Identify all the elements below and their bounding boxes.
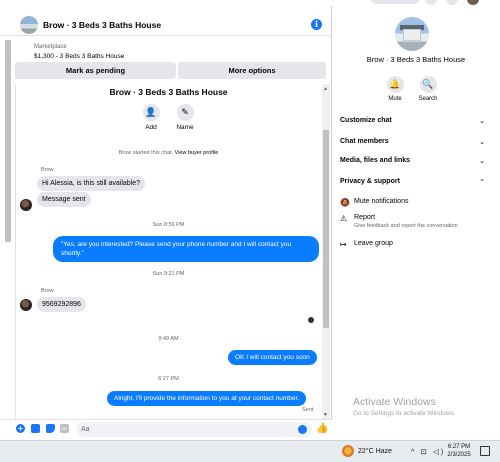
incoming-message[interactable]: 9569292896 — [37, 297, 86, 312]
system-tray-icons[interactable]: ^ ⊡ ◁) — [411, 447, 445, 456]
sender-name: Brow — [41, 288, 54, 294]
section-label: Chat members — [340, 138, 389, 145]
clock-date: 2/3/2025 — [447, 452, 471, 458]
sent-status: Sent — [302, 407, 314, 413]
thread-title: Brow · 3 Beds 3 Baths House — [109, 87, 228, 97]
section-label: Privacy & support — [340, 178, 400, 185]
chevron-down-icon: ⌄ — [479, 118, 485, 125]
image-icon[interactable] — [31, 424, 40, 433]
outgoing-message[interactable]: "Yes, are you interested? Please send yo… — [53, 236, 319, 262]
add-person-icon[interactable]: 👤 — [142, 104, 160, 121]
emoji-icon[interactable] — [298, 425, 307, 434]
option-label: Report — [354, 214, 376, 221]
incoming-message[interactable]: Message sent — [37, 192, 91, 207]
section-label: Media, files and links — [340, 157, 411, 164]
activate-windows-watermark: Activate Windows Go to Settings to activ… — [353, 396, 456, 417]
search-icon[interactable]: 🔍 — [419, 76, 437, 93]
mute-action[interactable]: 🔔 Mute — [380, 76, 410, 102]
menu-icon[interactable] — [425, 0, 437, 5]
weather-icon[interactable] — [342, 445, 354, 457]
top-pill-button[interactable] — [371, 0, 419, 4]
section-media-files-links[interactable]: Media, files and links ⌄ — [340, 157, 485, 165]
profile-avatar[interactable] — [467, 0, 479, 5]
timestamp: 9:49 AM — [158, 336, 179, 342]
sticker-icon[interactable] — [46, 424, 55, 433]
sender-avatar[interactable] — [20, 299, 32, 311]
chevron-down-icon: ⌄ — [479, 139, 485, 146]
report-icon: ⚠ — [340, 214, 348, 223]
info-icon[interactable]: i — [311, 19, 322, 30]
chat-header: Brow · 3 Beds 3 Baths House i — [0, 6, 332, 36]
outgoing-message[interactable]: Alright, I'll provide the information to… — [107, 391, 307, 406]
timestamp: Sun 8:59 PM — [152, 222, 185, 228]
leave-icon: ↦ — [340, 240, 347, 249]
thumbs-up-icon[interactable]: 👍 — [316, 423, 328, 434]
chat-title[interactable]: Brow · 3 Beds 3 Baths House — [43, 20, 161, 30]
watermark-subtitle: Go to Settings to activate Windows. — [353, 410, 456, 417]
incoming-message[interactable]: Hi Alessia, is this still available? — [37, 176, 146, 191]
listing-price[interactable]: $1,300 - 3 Beds 3 Baths House — [34, 53, 124, 60]
page-scrollbar[interactable] — [5, 40, 11, 242]
section-label: Customize chat — [340, 117, 392, 124]
bell-icon[interactable]: 🔔 — [386, 76, 404, 93]
marketplace-label: Marketplace — [34, 44, 67, 50]
add-label: Add — [145, 124, 157, 131]
thread-scroll-thumb[interactable] — [323, 130, 329, 328]
more-options-button[interactable]: More options — [178, 62, 326, 79]
search-action[interactable]: 🔍 Search — [413, 76, 443, 102]
bell-off-icon: 🔕 — [340, 198, 350, 207]
marketplace-listing: Marketplace $1,300 - 3 Beds 3 Baths Hous… — [0, 36, 332, 84]
option-label: Leave group — [354, 240, 393, 247]
clock[interactable]: 6:27 PM 2/3/2025 — [444, 443, 474, 459]
section-chat-members[interactable]: Chat members ⌄ — [340, 138, 485, 146]
section-privacy-support[interactable]: Privacy & support ⌃ — [340, 178, 485, 186]
sender-avatar[interactable] — [20, 199, 32, 211]
weather-text[interactable]: 22°C Haze — [358, 448, 392, 455]
sender-name: Brow — [41, 167, 54, 173]
listing-photo[interactable] — [395, 17, 429, 51]
name-label: Name — [176, 124, 194, 131]
timestamp: Sun 9:21 PM — [152, 271, 185, 277]
message-composer: + GIF Aa 👍 — [0, 419, 332, 440]
started-text: Brow started this chat. — [118, 150, 174, 156]
add-action[interactable]: 👤 Add — [136, 104, 166, 131]
option-label: Mute notifications — [354, 198, 409, 205]
mute-label: Mute — [388, 96, 402, 102]
gif-icon[interactable]: GIF — [60, 424, 69, 433]
message-input[interactable]: Aa — [76, 422, 312, 437]
search-label: Search — [418, 96, 438, 102]
section-customize-chat[interactable]: Customize chat ⌄ — [340, 117, 485, 125]
scroll-down-icon[interactable]: ▼ — [323, 412, 328, 418]
chat-started-note: Brow started this chat. View buyer profi… — [15, 150, 322, 156]
details-title: Brow · 3 Beds 3 Baths House — [366, 55, 466, 64]
notification-center-icon[interactable] — [480, 446, 490, 456]
name-action[interactable]: ✎ Name — [170, 104, 200, 131]
chevron-up-icon: ⌃ — [479, 179, 485, 186]
scroll-up-icon[interactable]: ▲ — [323, 86, 328, 92]
option-sublabel: Give feedback and report the conversatio… — [354, 223, 458, 229]
chat-avatar[interactable] — [20, 16, 38, 34]
timestamp: 6:27 PM — [158, 376, 179, 382]
notifications-icon[interactable] — [446, 0, 458, 5]
outgoing-message[interactable]: OK I will contact you soon — [228, 350, 317, 365]
seen-indicator-avatar — [308, 317, 314, 323]
plus-icon[interactable]: + — [16, 424, 25, 433]
watermark-title: Activate Windows — [353, 396, 436, 408]
chevron-down-icon: ⌄ — [479, 158, 485, 165]
mark-as-pending-button[interactable]: Mark as pending — [15, 62, 176, 79]
pencil-icon[interactable]: ✎ — [176, 104, 194, 121]
clock-time: 6:27 PM — [447, 444, 471, 450]
view-buyer-profile-link[interactable]: View buyer profile — [175, 150, 219, 156]
